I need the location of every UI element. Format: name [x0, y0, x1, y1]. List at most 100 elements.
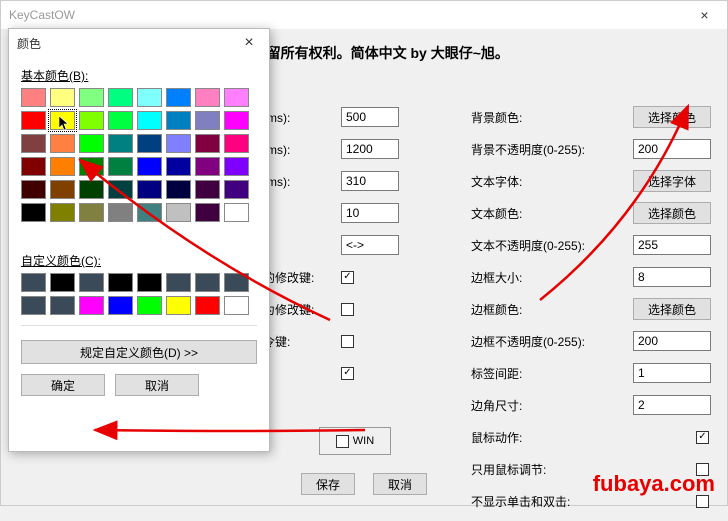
color-swatch[interactable] — [166, 111, 191, 130]
text-input[interactable] — [633, 235, 711, 255]
custom-color-swatch[interactable] — [137, 296, 162, 315]
color-swatch[interactable] — [50, 180, 75, 199]
color-swatch[interactable] — [21, 157, 46, 176]
choose-button[interactable]: 选择字体 — [633, 170, 711, 192]
color-swatch[interactable] — [79, 134, 104, 153]
color-swatch[interactable] — [50, 88, 75, 107]
color-swatch[interactable] — [50, 111, 75, 130]
color-swatch[interactable] — [108, 180, 133, 199]
custom-color-grid — [21, 273, 257, 315]
win-checkbox[interactable] — [336, 435, 349, 448]
choose-button[interactable]: 选择颜色 — [633, 298, 711, 320]
color-swatch[interactable] — [166, 134, 191, 153]
color-swatch[interactable] — [137, 180, 162, 199]
color-swatch[interactable] — [166, 157, 191, 176]
choose-button[interactable]: 选择颜色 — [633, 106, 711, 128]
choose-button[interactable]: 选择颜色 — [633, 202, 711, 224]
define-custom-color-button[interactable]: 规定自定义颜色(D) >> — [21, 340, 257, 364]
color-swatch[interactable] — [224, 157, 249, 176]
custom-color-swatch[interactable] — [166, 273, 191, 292]
custom-color-swatch[interactable] — [79, 273, 104, 292]
text-input[interactable] — [341, 171, 399, 191]
checkbox[interactable] — [341, 271, 354, 284]
color-swatch[interactable] — [137, 134, 162, 153]
color-swatch[interactable] — [50, 134, 75, 153]
color-swatch[interactable] — [108, 203, 133, 222]
text-input[interactable] — [633, 267, 711, 287]
custom-color-swatch[interactable] — [50, 296, 75, 315]
color-swatch[interactable] — [108, 111, 133, 130]
color-swatch[interactable] — [195, 157, 220, 176]
color-swatch[interactable] — [21, 180, 46, 199]
text-input[interactable] — [341, 235, 399, 255]
text-input[interactable] — [633, 331, 711, 351]
color-swatch[interactable] — [108, 88, 133, 107]
checkbox[interactable] — [341, 335, 354, 348]
color-swatch[interactable] — [79, 157, 104, 176]
win-label: WIN — [353, 435, 374, 447]
color-swatch[interactable] — [166, 88, 191, 107]
text-input[interactable] — [633, 139, 711, 159]
color-swatch[interactable] — [21, 134, 46, 153]
save-button[interactable]: 保存 — [301, 473, 355, 495]
color-swatch[interactable] — [195, 134, 220, 153]
color-swatch[interactable] — [108, 157, 133, 176]
custom-color-swatch[interactable] — [166, 296, 191, 315]
color-swatch[interactable] — [195, 88, 220, 107]
color-swatch[interactable] — [195, 203, 220, 222]
text-input[interactable] — [341, 139, 399, 159]
custom-color-swatch[interactable] — [137, 273, 162, 292]
custom-color-swatch[interactable] — [195, 273, 220, 292]
field-label: 标签间距: — [471, 365, 601, 382]
form-row: 边框不透明度(0-255): — [471, 329, 711, 353]
color-swatch[interactable] — [21, 203, 46, 222]
custom-color-swatch[interactable] — [108, 273, 133, 292]
cancel-button[interactable]: 取消 — [115, 374, 199, 396]
custom-color-swatch[interactable] — [50, 273, 75, 292]
cancel-button[interactable]: 取消 — [373, 473, 427, 495]
color-swatch[interactable] — [21, 111, 46, 130]
color-swatch[interactable] — [137, 203, 162, 222]
color-swatch[interactable] — [50, 203, 75, 222]
color-swatch[interactable] — [108, 134, 133, 153]
color-swatch[interactable] — [166, 180, 191, 199]
custom-color-swatch[interactable] — [195, 296, 220, 315]
close-icon[interactable]: × — [229, 29, 269, 57]
color-swatch[interactable] — [137, 157, 162, 176]
color-swatch[interactable] — [224, 134, 249, 153]
color-swatch[interactable] — [21, 88, 46, 107]
color-swatch[interactable] — [224, 203, 249, 222]
color-swatch[interactable] — [166, 203, 191, 222]
color-swatch[interactable] — [195, 111, 220, 130]
custom-color-swatch[interactable] — [21, 296, 46, 315]
text-input[interactable] — [341, 203, 399, 223]
color-swatch[interactable] — [224, 88, 249, 107]
ok-button[interactable]: 确定 — [21, 374, 105, 396]
color-swatch[interactable] — [79, 203, 104, 222]
color-swatch[interactable] — [137, 111, 162, 130]
color-swatch[interactable] — [224, 180, 249, 199]
color-swatch[interactable] — [79, 111, 104, 130]
text-input[interactable] — [633, 395, 711, 415]
custom-color-swatch[interactable] — [224, 296, 249, 315]
main-titlebar: KeyCastOW × — [1, 1, 727, 29]
checkbox[interactable] — [696, 431, 709, 444]
custom-color-swatch[interactable] — [224, 273, 249, 292]
custom-color-swatch[interactable] — [108, 296, 133, 315]
win-box[interactable]: WIN — [319, 427, 391, 455]
close-icon[interactable]: × — [682, 1, 727, 29]
color-swatch[interactable] — [79, 180, 104, 199]
color-swatch[interactable] — [50, 157, 75, 176]
checkbox[interactable] — [341, 303, 354, 316]
checkbox[interactable] — [341, 367, 354, 380]
form-row: 立的修改键: — [251, 265, 451, 289]
right-column: 背景颜色:选择颜色背景不透明度(0-255):文本字体:选择字体文本颜色:选择颜… — [471, 105, 711, 521]
text-input[interactable] — [341, 107, 399, 127]
color-swatch[interactable] — [224, 111, 249, 130]
color-swatch[interactable] — [137, 88, 162, 107]
custom-color-swatch[interactable] — [21, 273, 46, 292]
text-input[interactable] — [633, 363, 711, 383]
color-swatch[interactable] — [195, 180, 220, 199]
color-swatch[interactable] — [79, 88, 104, 107]
custom-color-swatch[interactable] — [79, 296, 104, 315]
